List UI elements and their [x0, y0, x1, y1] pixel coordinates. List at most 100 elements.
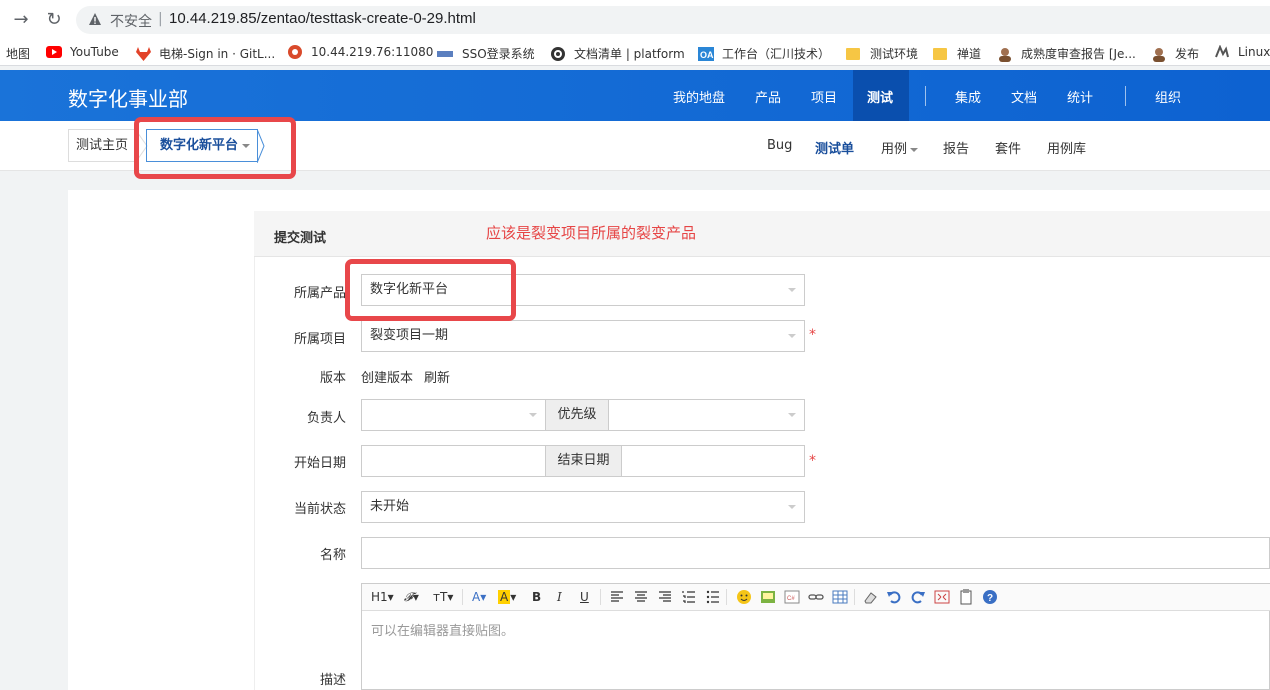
product-switcher[interactable]: 数字化新平台 [146, 129, 258, 162]
help-icon[interactable]: ? [982, 588, 998, 606]
brand-title[interactable]: 数字化事业部 [68, 83, 188, 112]
bookmark-zentao[interactable]: 禅道 [933, 45, 981, 62]
form-title: 提交测试 [274, 231, 327, 246]
url-separator: | [158, 11, 163, 27]
font-family-button[interactable]: 𝓕▾ [404, 588, 419, 606]
product-select[interactable]: 数字化新平台 [361, 274, 805, 306]
subnav-cases[interactable]: 用例 [881, 138, 919, 157]
align-center-icon[interactable] [634, 588, 648, 606]
status-select[interactable]: 未开始 [361, 491, 805, 523]
bold-button[interactable]: B [532, 588, 541, 606]
project-select[interactable]: 裂变项目一期 [361, 320, 805, 352]
bookmark-label: YouTube [70, 45, 119, 59]
forward-arrow-icon[interactable]: → [10, 9, 32, 31]
bookmark-gitlab[interactable]: 电梯-Sign in · GitL... [136, 45, 275, 62]
nav-docs[interactable]: 文档 [1011, 87, 1037, 106]
label-project: 所属项目 [293, 332, 346, 347]
align-right-icon[interactable] [658, 588, 672, 606]
nav-integration[interactable]: 集成 [955, 87, 981, 106]
subnav-report[interactable]: 报告 [943, 138, 969, 157]
link-icon[interactable] [808, 588, 824, 606]
nav-project[interactable]: 项目 [811, 87, 837, 106]
label-product: 所属产品 [293, 286, 346, 301]
code-icon[interactable]: C# [784, 588, 800, 606]
sso-icon [437, 50, 453, 57]
label-status: 当前状态 [293, 502, 346, 517]
breadcrumb-chevron-icon [257, 129, 265, 163]
owner-select[interactable] [361, 399, 546, 431]
nav-my-space[interactable]: 我的地盘 [673, 87, 725, 106]
emoji-icon[interactable] [736, 588, 752, 606]
subnav-suite[interactable]: 套件 [995, 138, 1021, 157]
table-icon[interactable] [832, 588, 848, 606]
nav-test[interactable]: 测试 [867, 87, 893, 106]
linux-icon [1215, 45, 1229, 58]
chevron-down-icon [788, 288, 796, 292]
align-left-icon[interactable] [610, 588, 624, 606]
bookmark-sso[interactable]: SSO登录系统 [437, 45, 535, 62]
bookmark-linux[interactable]: Linux [1214, 45, 1270, 59]
bookmark-map[interactable]: 地图 [6, 45, 30, 62]
heading-label: H1 [371, 590, 388, 604]
chevron-down-icon [529, 413, 537, 417]
avatar-icon [1153, 47, 1165, 62]
label-desc: 描述 [319, 673, 346, 688]
ordered-list-icon[interactable] [682, 588, 696, 606]
annotation-text: 应该是裂变项目所属的裂变产品 [486, 224, 697, 242]
italic-button[interactable]: I [557, 588, 562, 606]
eraser-icon[interactable] [862, 588, 878, 606]
bookmark-label: 测试环境 [870, 47, 919, 61]
desc-editor[interactable]: H1▾ 𝓕▾ тT▾ A▾ A ▾ B I U C# ? 可以在编辑器直接贴图。 [361, 583, 1270, 690]
heading-button[interactable]: H1▾ [371, 588, 394, 606]
unordered-list-icon[interactable] [706, 588, 720, 606]
fullscreen-icon[interactable] [934, 588, 950, 606]
bookmark-youtube[interactable]: YouTube [46, 45, 119, 59]
bg-color-button[interactable]: A ▾ [498, 588, 516, 606]
breadcrumb-test-home[interactable]: 测试主页 [68, 129, 135, 162]
status-select-value: 未开始 [370, 499, 410, 514]
priority-addon: 优先级 [545, 399, 609, 431]
nav-product[interactable]: 产品 [755, 87, 781, 106]
subnav-bug[interactable]: Bug [767, 138, 792, 153]
bg-color-label: A [498, 590, 511, 604]
product-select-value: 数字化新平台 [370, 282, 449, 297]
bookmark-label: 10.44.219.76:11080 [311, 45, 434, 59]
name-input[interactable] [361, 537, 1270, 569]
begin-date-input[interactable] [361, 445, 546, 477]
bookmark-site[interactable]: 10.44.219.76:11080 [288, 45, 433, 59]
bookmark-label: SSO登录系统 [462, 47, 535, 61]
bookmark-workbench[interactable]: OA 工作台（汇川技术） [698, 45, 830, 62]
font-size-button[interactable]: тT▾ [433, 588, 453, 606]
app-header: 数字化事业部 我的地盘 产品 项目 测试 集成 文档 统计 组织 [0, 70, 1270, 121]
subnav-caselib[interactable]: 用例库 [1047, 138, 1086, 157]
underline-button[interactable]: U [580, 588, 589, 606]
subnav-testtask[interactable]: 测试单 [815, 138, 854, 157]
label-begin-date: 开始日期 [293, 456, 346, 471]
redo-icon[interactable] [910, 588, 926, 606]
create-build-link[interactable]: 创建版本 [361, 367, 413, 386]
bookmark-maturity-report[interactable]: 成熟度审查报告 [Je... [997, 45, 1136, 62]
bookmark-release[interactable]: 发布 [1151, 45, 1199, 62]
font-label: 𝓕 [404, 590, 413, 604]
github-icon [551, 46, 565, 61]
label-name: 名称 [319, 548, 346, 563]
editor-toolbar: H1▾ 𝓕▾ тT▾ A▾ A ▾ B I U C# ? [362, 584, 1270, 611]
paste-icon[interactable] [958, 588, 974, 606]
toolbar-separator [854, 589, 855, 605]
refresh-link[interactable]: 刷新 [424, 367, 450, 386]
reload-icon[interactable]: ↻ [43, 9, 65, 31]
nav-org[interactable]: 组织 [1155, 87, 1181, 106]
bookmark-test-env[interactable]: 测试环境 [846, 45, 918, 62]
insecure-label: 不安全 [110, 14, 152, 30]
bookmark-label: 成熟度审查报告 [Je... [1021, 47, 1136, 61]
priority-select[interactable] [608, 399, 805, 431]
site-icon [288, 45, 302, 59]
bookmark-platform[interactable]: 文档清单 | platform [551, 45, 685, 62]
end-date-input[interactable] [621, 445, 805, 477]
nav-stats[interactable]: 统计 [1067, 87, 1093, 106]
undo-icon[interactable] [886, 588, 902, 606]
font-color-button[interactable]: A▾ [472, 588, 486, 606]
url-field[interactable]: 不安全 | 10.44.219.85/zentao/testtask-creat… [76, 6, 1270, 34]
chevron-down-icon [788, 505, 796, 509]
image-icon[interactable] [760, 588, 776, 606]
